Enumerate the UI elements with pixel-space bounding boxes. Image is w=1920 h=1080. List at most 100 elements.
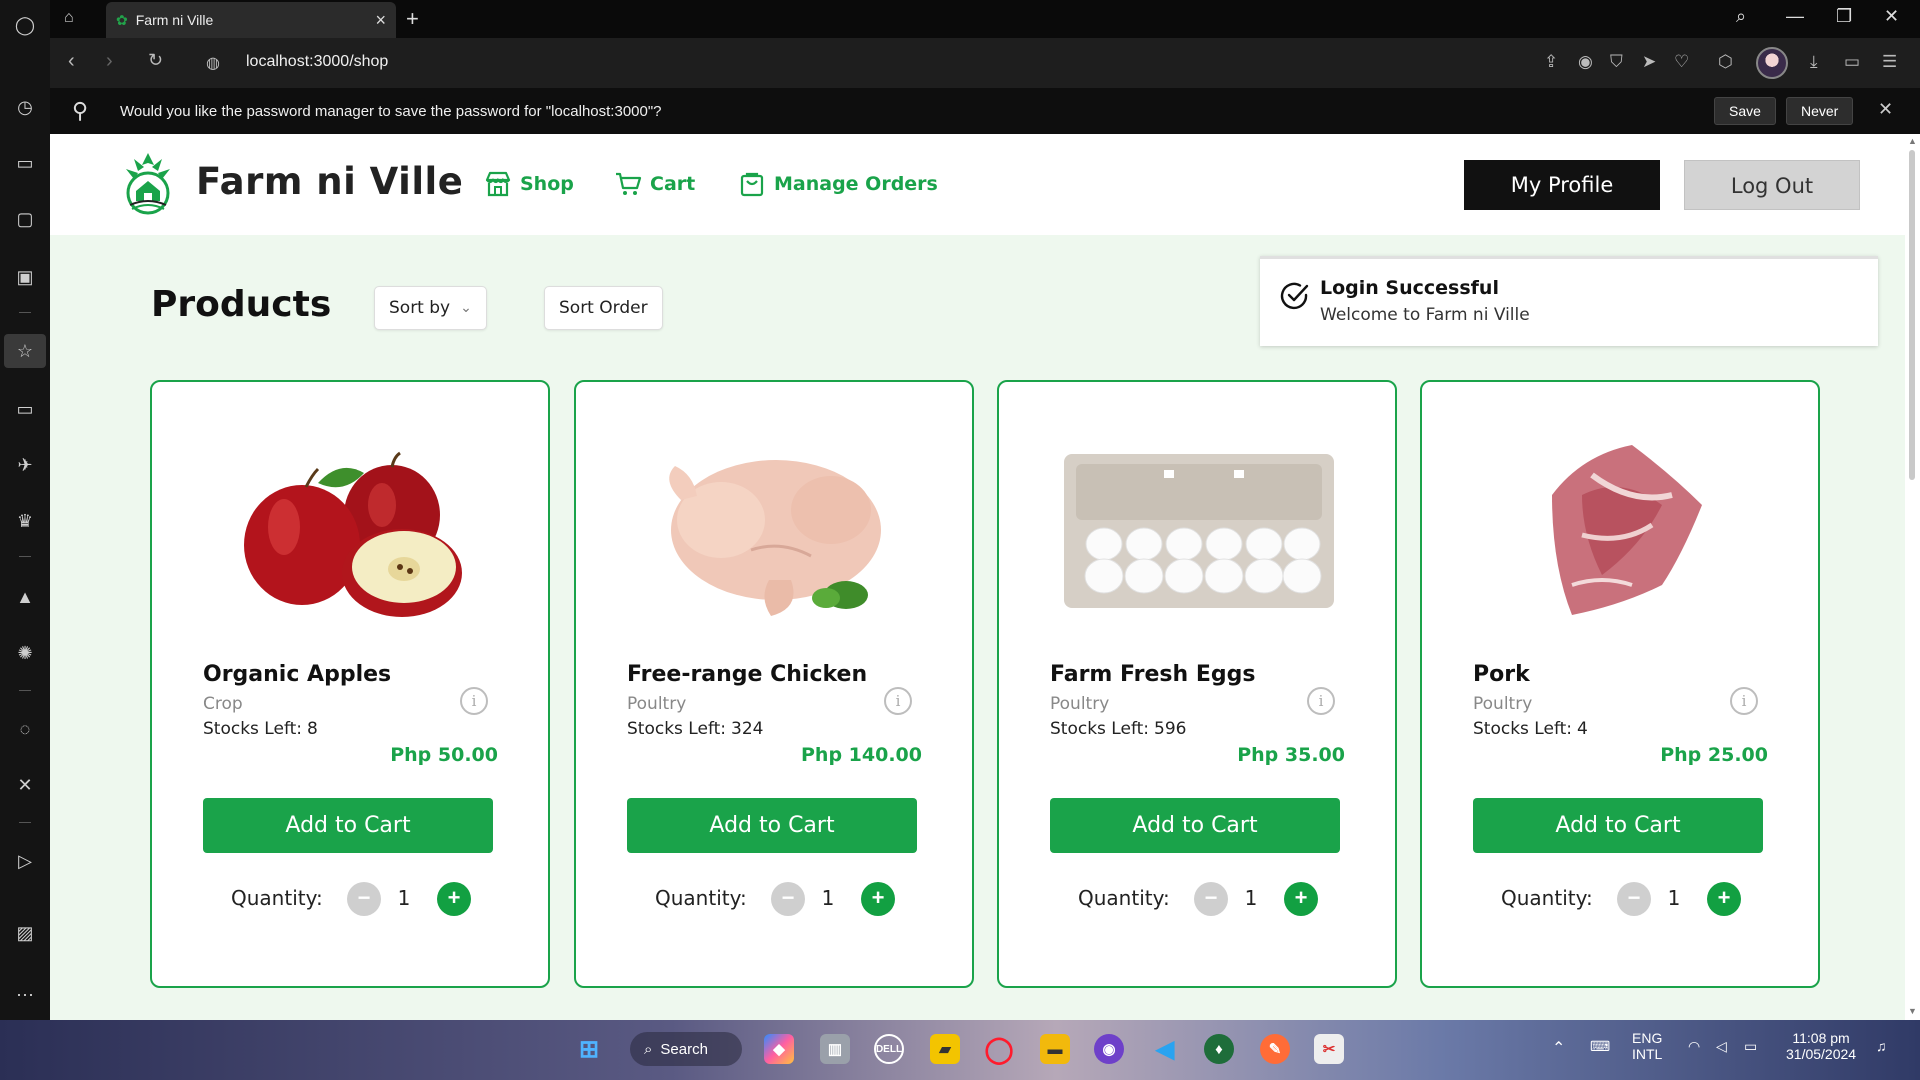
scroll-thumb[interactable] bbox=[1909, 150, 1915, 480]
browser-sidebar: ◯ ◷ ▭ ▢ ▣ ☆ ▭ ✈ ♛ ▲ ✺ ◌ ✕ ▷ ▨ ⋯ bbox=[0, 0, 50, 1020]
player-icon[interactable]: ▷ bbox=[12, 848, 38, 874]
camera-icon[interactable]: ◉ bbox=[1578, 52, 1593, 72]
tab-farm-ni-ville[interactable]: ✿ Farm ni Ville × bbox=[106, 2, 396, 38]
chatgpt-icon[interactable]: ✺ bbox=[12, 640, 38, 666]
product-name[interactable]: Free-range Chicken bbox=[627, 662, 867, 687]
image-icon[interactable]: ▨ bbox=[12, 920, 38, 946]
shield-icon[interactable]: ⛉ bbox=[1610, 52, 1623, 72]
tray-chevron-icon[interactable]: ⌃ bbox=[1552, 1038, 1565, 1058]
product-image-chicken bbox=[626, 430, 926, 630]
add-to-cart-button[interactable]: Add to Cart bbox=[1050, 798, 1340, 853]
workspace-icon[interactable]: ⌂ bbox=[64, 9, 74, 27]
sort-by-dropdown[interactable]: Sort by ⌄ bbox=[374, 286, 487, 330]
nav-cart[interactable]: Cart bbox=[614, 170, 695, 198]
messenger-icon[interactable]: ◌ bbox=[12, 716, 38, 742]
sticky-notes-icon[interactable]: ▰ bbox=[930, 1034, 960, 1064]
volume-icon[interactable]: ◁ bbox=[1716, 1038, 1727, 1055]
speed-dial-icon[interactable]: ◷ bbox=[12, 94, 38, 120]
decrease-quantity-button[interactable]: − bbox=[771, 882, 805, 916]
cube-icon[interactable]: ⬡ bbox=[1718, 52, 1733, 72]
increase-quantity-button[interactable]: + bbox=[1284, 882, 1318, 916]
nav-shop[interactable]: Shop bbox=[484, 170, 574, 198]
nav-manage-orders[interactable]: Manage Orders bbox=[738, 170, 938, 198]
product-name[interactable]: Farm Fresh Eggs bbox=[1050, 662, 1255, 687]
keyboard-icon[interactable]: ⌨ bbox=[1590, 1038, 1610, 1055]
reload-icon[interactable]: ↻ bbox=[148, 50, 163, 71]
battery-icon[interactable]: ▭ bbox=[1844, 52, 1860, 72]
save-password-button[interactable]: Save bbox=[1714, 97, 1776, 125]
sort-order-button[interactable]: Sort Order bbox=[544, 286, 663, 330]
scroll-up-icon[interactable]: ▲ bbox=[1908, 136, 1917, 146]
opera-logo-icon[interactable]: ◯ bbox=[12, 12, 38, 38]
taskbar-search[interactable]: ⌕ Search bbox=[630, 1032, 742, 1066]
info-icon[interactable]: i bbox=[1307, 687, 1335, 715]
copilot-icon[interactable]: ◆ bbox=[764, 1034, 794, 1064]
info-icon[interactable]: i bbox=[884, 687, 912, 715]
add-to-cart-button[interactable]: Add to Cart bbox=[627, 798, 917, 853]
file-explorer-gray-icon[interactable]: ▥ bbox=[820, 1034, 850, 1064]
notification-bell-icon[interactable]: ♫ bbox=[1876, 1038, 1887, 1054]
new-tab-icon[interactable]: + bbox=[406, 6, 419, 32]
my-profile-button[interactable]: My Profile bbox=[1464, 160, 1660, 210]
windows-start-icon[interactable]: ⊞ bbox=[574, 1034, 604, 1064]
bookmarks-star-icon[interactable]: ☆ bbox=[4, 334, 46, 368]
minimize-icon[interactable]: — bbox=[1786, 6, 1804, 27]
language-indicator[interactable]: ENG INTL bbox=[1632, 1030, 1662, 1062]
site-info-icon[interactable]: ◍ bbox=[206, 53, 220, 73]
battery-tray-icon[interactable]: ▭ bbox=[1744, 1038, 1757, 1055]
gaming-icon[interactable]: ▭ bbox=[12, 396, 38, 422]
restore-icon[interactable]: ❐ bbox=[1836, 6, 1852, 27]
aria-icon[interactable]: ▭ bbox=[12, 150, 38, 176]
scroll-down-icon[interactable]: ▼ bbox=[1908, 1006, 1917, 1016]
log-out-button[interactable]: Log Out bbox=[1684, 160, 1860, 210]
never-save-button[interactable]: Never bbox=[1786, 97, 1854, 125]
farm-logo-icon[interactable] bbox=[120, 151, 176, 217]
flights-icon[interactable]: ✈ bbox=[12, 452, 38, 478]
info-icon[interactable]: i bbox=[1730, 687, 1758, 715]
close-window-icon[interactable]: ✕ bbox=[1884, 6, 1899, 27]
vscode-icon[interactable]: ◀ bbox=[1150, 1034, 1180, 1064]
back-icon[interactable]: ‹ bbox=[68, 50, 75, 73]
increase-quantity-button[interactable]: + bbox=[861, 882, 895, 916]
close-prompt-icon[interactable]: ✕ bbox=[1878, 99, 1893, 120]
increase-quantity-button[interactable]: + bbox=[437, 882, 471, 916]
heart-icon[interactable]: ♡ bbox=[1674, 52, 1689, 72]
folder-icon[interactable]: ▬ bbox=[1040, 1034, 1070, 1064]
cpu-icon[interactable]: ▣ bbox=[12, 264, 38, 290]
download-icon[interactable]: ⤓ bbox=[1810, 52, 1818, 72]
send-icon[interactable]: ➤ bbox=[1642, 52, 1656, 72]
postman-icon[interactable]: ✎ bbox=[1260, 1034, 1290, 1064]
share-icon[interactable]: ⇪ bbox=[1544, 52, 1558, 72]
opera-icon[interactable]: ◯ bbox=[984, 1034, 1014, 1064]
profile-avatar[interactable] bbox=[1756, 47, 1788, 79]
decrease-quantity-button[interactable]: − bbox=[347, 882, 381, 916]
increase-quantity-button[interactable]: + bbox=[1707, 882, 1741, 916]
decrease-quantity-button[interactable]: − bbox=[1194, 882, 1228, 916]
dell-icon[interactable]: DELL bbox=[874, 1034, 904, 1064]
more-icon[interactable]: ⋯ bbox=[12, 982, 38, 1008]
twitch-icon[interactable]: ▢ bbox=[12, 206, 38, 232]
info-icon[interactable]: i bbox=[460, 687, 488, 715]
page-scrollbar[interactable]: ▲ ▼ bbox=[1905, 134, 1920, 1020]
snipping-tool-icon[interactable]: ✂ bbox=[1314, 1034, 1344, 1064]
brand-name[interactable]: Farm ni Ville bbox=[196, 160, 463, 203]
product-name[interactable]: Organic Apples bbox=[203, 662, 391, 687]
url-field[interactable]: localhost:3000/shop bbox=[246, 53, 388, 71]
tab-close-icon[interactable]: × bbox=[375, 10, 386, 31]
add-to-cart-button[interactable]: Add to Cart bbox=[203, 798, 493, 853]
vpn-icon[interactable]: ▲ bbox=[12, 584, 38, 610]
product-name[interactable]: Pork bbox=[1473, 662, 1530, 687]
product-card: Farm Fresh Eggs Poultry Stocks Left: 596 … bbox=[997, 380, 1397, 988]
search-tabs-icon[interactable]: ⌕ bbox=[1736, 6, 1746, 27]
product-category: Crop bbox=[203, 694, 243, 714]
crown-icon[interactable]: ♛ bbox=[12, 508, 38, 534]
decrease-quantity-button[interactable]: − bbox=[1617, 882, 1651, 916]
clock[interactable]: 11:08 pm 31/05/2024 bbox=[1786, 1030, 1856, 1062]
x-twitter-icon[interactable]: ✕ bbox=[12, 772, 38, 798]
easy-setup-icon[interactable]: ☰ bbox=[1882, 52, 1897, 72]
github-icon[interactable]: ◉ bbox=[1094, 1034, 1124, 1064]
add-to-cart-button[interactable]: Add to Cart bbox=[1473, 798, 1763, 853]
forward-icon[interactable]: › bbox=[106, 50, 113, 73]
mongodb-icon[interactable]: ♦ bbox=[1204, 1034, 1234, 1064]
wifi-icon[interactable]: ◠ bbox=[1688, 1038, 1700, 1055]
